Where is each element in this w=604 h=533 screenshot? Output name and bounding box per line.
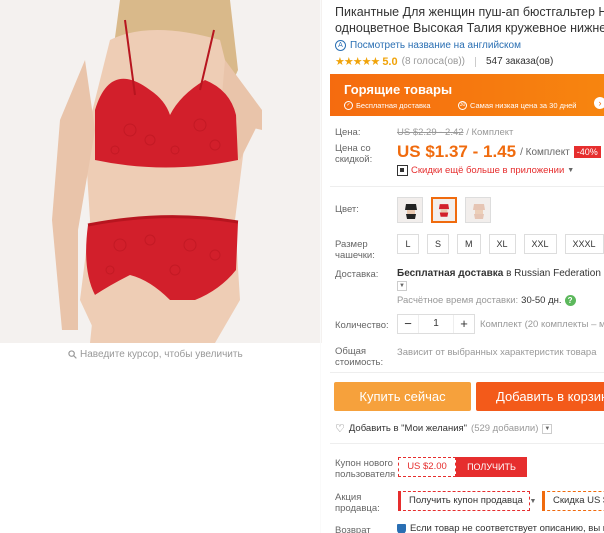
- wishlist-label: Добавить в "Мои желания": [348, 423, 468, 434]
- product-gallery: Наведите курсор, чтобы увеличить: [0, 0, 322, 533]
- product-main-image[interactable]: [0, 0, 322, 343]
- returns-text: Если товар не соответствует описанию, вы…: [410, 523, 604, 533]
- chevron-down-icon: ▼: [567, 167, 575, 174]
- rating-row: ★★★★★ 5.0 (8 голоса(ов)) 547 заказа(ов): [335, 55, 554, 69]
- chevron-down-icon[interactable]: ▼: [397, 281, 407, 291]
- size-label: Размер чашечки:: [335, 239, 375, 261]
- shipping-time-value: 30-50 дн.: [521, 295, 562, 306]
- quantity-note: Комплект (20 комплекты – ма: [480, 319, 604, 330]
- price-label: Цена:: [335, 127, 361, 138]
- help-icon[interactable]: ?: [564, 295, 576, 306]
- translate-title-text: Посмотреть название на английском: [350, 40, 521, 51]
- app-discount-text: Скидки ещё больше в приложении: [411, 165, 565, 176]
- shield-icon: [397, 523, 406, 533]
- new-user-coupon-label: Купон нового пользователя: [335, 458, 396, 480]
- zoom-hint-text: Наведите курсор, чтобы увеличить: [80, 349, 243, 360]
- hot-deals-title: Горящие товары: [344, 82, 453, 97]
- shipping-label: Доставка:: [335, 269, 379, 280]
- size-option-m[interactable]: M: [457, 234, 481, 254]
- buy-now-button[interactable]: Купить сейчас: [334, 382, 471, 411]
- discount-price: US $1.37 - 1.45 / Комплект -40%: [397, 142, 601, 162]
- discount-price-unit: / Комплект: [520, 146, 570, 158]
- chevron-right-icon[interactable]: ›: [594, 97, 604, 109]
- rating-separator: [474, 56, 476, 67]
- get-coupon-button[interactable]: ПОЛУЧИТЬ: [456, 457, 527, 477]
- discount-price-value: US $1.37 - 1.45: [397, 142, 517, 161]
- size-option-s[interactable]: S: [427, 234, 450, 254]
- chevron-down-icon[interactable]: ▼: [542, 423, 553, 434]
- translate-title-link[interactable]: A Посмотреть название на английском: [335, 40, 521, 51]
- hot-deals-feature-label: Самая низкая цена за 30 дней: [470, 101, 577, 110]
- total-price-label: Общая стоимость:: [335, 346, 384, 368]
- product-title: Пикантные Для женщин пуш-ап бюстгальтер …: [335, 4, 604, 36]
- shipping-free-text: Бесплатная доставка: [397, 268, 504, 279]
- discount-badge: -40%: [573, 146, 601, 158]
- app-discount-link[interactable]: Скидки ещё больше в приложении ▼: [397, 165, 574, 176]
- quantity-decrease-button[interactable]: −: [398, 315, 418, 333]
- total-price-value: Зависит от выбранных характеристик товар…: [397, 347, 597, 358]
- hot-deals-feature-label: Бесплатная доставка: [356, 101, 431, 110]
- shipping-time: Расчётное время доставки: 30-50 дн. ?: [397, 295, 576, 306]
- chevron-down-icon: ▼: [529, 498, 537, 505]
- new-user-coupon-amount: US $2.00: [398, 457, 456, 477]
- old-price-value: US $2.29 - 2.42: [397, 127, 464, 138]
- product-photo: [0, 0, 322, 343]
- shipping-method[interactable]: Бесплатная доставка в Russian Federation…: [397, 268, 604, 279]
- discount-price-label: Цена со скидкой:: [335, 143, 373, 165]
- seller-discount-button[interactable]: Скидка US $: [542, 491, 604, 511]
- color-swatch-black[interactable]: [397, 197, 423, 223]
- old-price-unit: / Комплект: [466, 127, 514, 138]
- magnifier-icon: [68, 350, 77, 359]
- zoom-hint: Наведите курсор, чтобы увеличить: [68, 349, 243, 360]
- add-to-cart-button[interactable]: Добавить в корзин: [476, 382, 604, 411]
- quantity-input[interactable]: 1: [418, 315, 454, 333]
- heart-icon: ♡: [335, 423, 345, 435]
- quantity-label: Количество:: [335, 320, 389, 331]
- add-to-wishlist[interactable]: ♡ Добавить в "Мои желания" (529 добавили…: [335, 422, 553, 435]
- shipping-time-label: Расчётное время доставки:: [397, 295, 519, 306]
- section-divider: [330, 186, 604, 187]
- size-option-l[interactable]: L: [397, 234, 419, 254]
- size-option-xxl[interactable]: XXL: [523, 234, 557, 254]
- free-shipping-icon: ✓: [344, 101, 353, 110]
- seller-coupon-text: Получить купон продавца: [409, 495, 523, 506]
- wishlist-count: (529 добавили): [471, 423, 539, 434]
- quantity-increase-button[interactable]: +: [454, 315, 474, 333]
- hot-deals-feature-free-shipping: ✓ Бесплатная доставка: [344, 101, 431, 110]
- section-divider: [330, 372, 604, 373]
- hot-deals-feature-lowest-price: 30 Самая низкая цена за 30 дней: [458, 101, 576, 110]
- returns-label: Возврат: [335, 525, 371, 533]
- rating-votes-link[interactable]: (8 голоса(ов)): [402, 56, 465, 67]
- size-option-xl[interactable]: XL: [488, 234, 516, 254]
- shipping-destination: в Russian Federation слу: [506, 268, 604, 279]
- returns-info: Если товар не соответствует описанию, вы…: [397, 523, 604, 533]
- rating-value: 5.0: [382, 55, 398, 68]
- size-options: L S M XL XXL XXXL 4X: [397, 234, 604, 254]
- qr-code-icon: [397, 165, 408, 176]
- rating-stars-icon: ★★★★★: [335, 56, 380, 68]
- product-info-panel: Пикантные Для женщин пуш-ап бюстгальтер …: [330, 0, 604, 533]
- orders-count: 547 заказа(ов): [485, 56, 554, 67]
- color-label: Цвет:: [335, 204, 359, 215]
- quantity-stepper: − 1 +: [397, 314, 475, 334]
- color-swatches: [397, 197, 491, 223]
- hot-deals-banner[interactable]: Горящие товары ✓ Бесплатная доставка 30 …: [330, 74, 604, 116]
- panel-divider: [320, 0, 321, 533]
- color-swatch-nude[interactable]: [465, 197, 491, 223]
- old-price: US $2.29 - 2.42 / Комплект: [397, 127, 513, 138]
- seller-coupon-button[interactable]: Получить купон продавца ▼: [398, 491, 536, 511]
- product-title-line-2: одноцветное Высокая Талия кружевное нижн…: [335, 21, 604, 35]
- size-option-xxxl[interactable]: XXXL: [564, 234, 604, 254]
- color-swatch-red[interactable]: [431, 197, 457, 223]
- product-title-line-1: Пикантные Для женщин пуш-ап бюстгальтер …: [335, 5, 604, 19]
- seller-promo-label: Акция продавца:: [335, 492, 380, 514]
- translate-icon: A: [335, 40, 346, 51]
- section-divider: [330, 443, 604, 444]
- lowest-price-icon: 30: [458, 101, 467, 110]
